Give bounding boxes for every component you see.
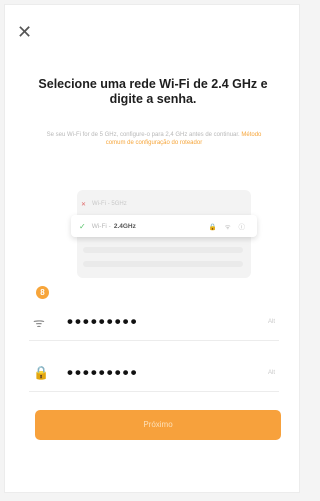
- lock-icon: 🔒: [33, 365, 50, 380]
- subtitle-text: Se seu Wi-Fi for de 5 GHz, configure-o p…: [46, 132, 242, 138]
- close-icon[interactable]: ✕: [17, 23, 35, 41]
- illustration-placeholder-row: [83, 261, 243, 267]
- page-subtitle: Se seu Wi-Fi for de 5 GHz, configure-o p…: [39, 131, 269, 147]
- network-status-icons: 🔒 ᯤ ⓘ: [208, 224, 248, 231]
- wifi-setup-screen: ✕ Selecione uma rede Wi-Fi de 2.4 GHz e …: [4, 4, 300, 493]
- wifi-name-field[interactable]: ᯤ ••••••••• Alt: [29, 304, 279, 341]
- password-value[interactable]: •••••••••: [67, 363, 139, 383]
- next-button[interactable]: Próximo: [35, 410, 281, 440]
- x-mark-icon: ✕: [81, 201, 87, 208]
- password-field[interactable]: 🔒 ••••••••• Alt: [29, 355, 279, 392]
- password-field-hint[interactable]: Alt: [268, 370, 275, 376]
- wifi-icon: ᯤ: [33, 315, 45, 330]
- wifi-field-hint[interactable]: Alt: [268, 319, 275, 325]
- illustration-row-24ghz: ✓ Wi-Fi - 2.4GHz 🔒 ᯤ ⓘ: [71, 215, 257, 237]
- illustration-row-5ghz-label: Wi-Fi - 5GHz: [92, 201, 127, 207]
- check-icon: ✓: [79, 221, 86, 231]
- page-title: Selecione uma rede Wi-Fi de 2.4 GHz e di…: [38, 77, 268, 106]
- wifi-list-illustration: ✕ Wi-Fi - 5GHz ✓ Wi-Fi - 2.4GHz 🔒 ᯤ ⓘ: [71, 190, 257, 282]
- illustration-placeholder-row: [83, 247, 243, 253]
- wifi-name-value[interactable]: •••••••••: [67, 312, 139, 332]
- illustration-row-5ghz: ✕ Wi-Fi - 5GHz: [81, 196, 231, 212]
- step-number-badge: 8: [36, 286, 49, 299]
- illustration-row-24ghz-band: 2.4GHz: [113, 222, 136, 230]
- illustration-row-24ghz-label: Wi-Fi -: [91, 222, 111, 230]
